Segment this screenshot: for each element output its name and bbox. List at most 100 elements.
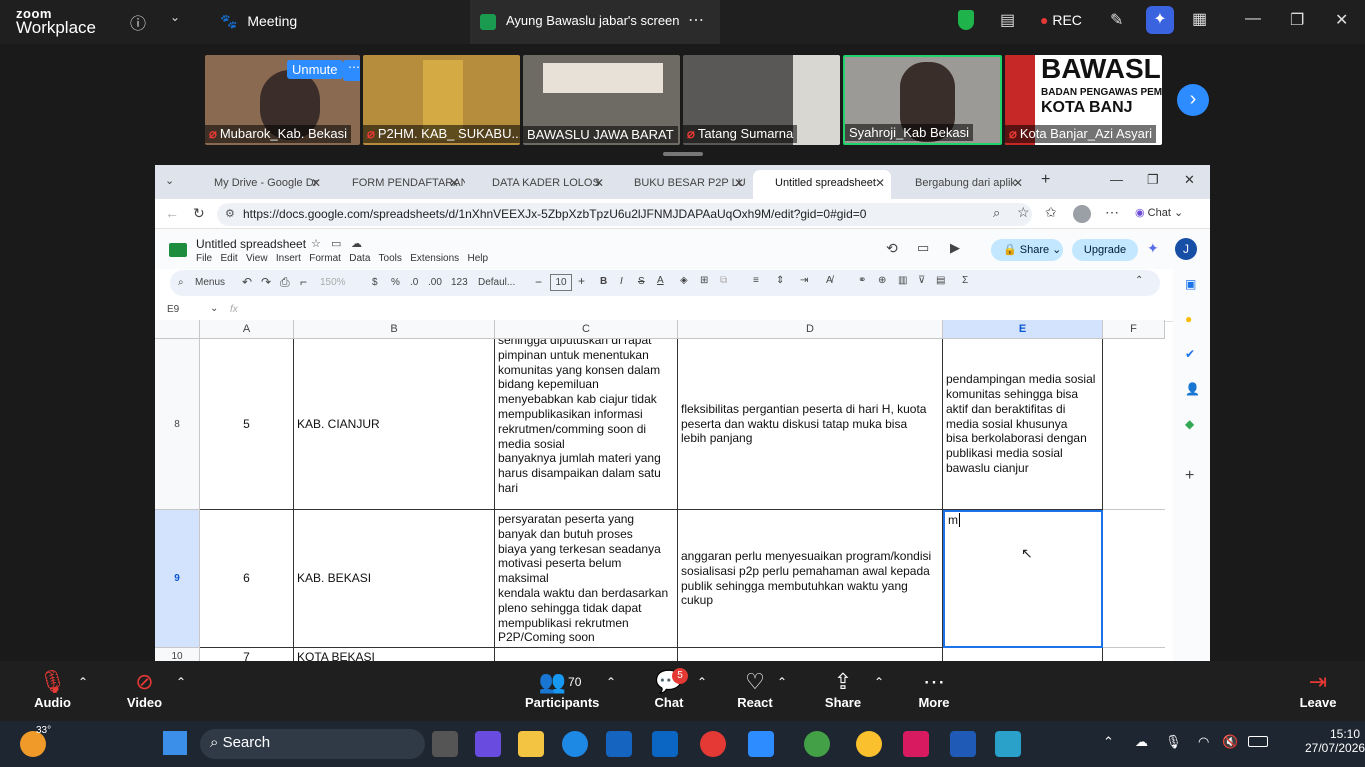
react-options-icon[interactable]: ⌃	[777, 675, 787, 689]
copilot-chat-button[interactable]: ◉ Chat ⌄	[1135, 206, 1183, 219]
audio-button[interactable]: 🎙 Audio	[30, 669, 75, 710]
ai-companion-icon[interactable]: ✦	[1146, 6, 1174, 34]
contacts-icon[interactable]: 👤	[1185, 382, 1200, 396]
strikethrough-icon[interactable]: S	[638, 276, 645, 287]
chevron-down-icon[interactable]: ⌄	[170, 10, 180, 24]
menu-edit[interactable]: Edit	[220, 253, 237, 264]
share-options-icon[interactable]: ⌃	[874, 675, 884, 689]
cell-a9[interactable]: 6	[200, 510, 294, 648]
close-tab-icon[interactable]: ✕	[875, 176, 885, 190]
participants-button[interactable]: 👥 70 Participants	[525, 669, 599, 710]
star-icon[interactable]: ☆	[311, 237, 321, 250]
bookmark-star-icon[interactable]: ☆	[1017, 204, 1030, 221]
collapse-toolbar-icon[interactable]: ⌃	[1135, 275, 1143, 286]
next-page-icon[interactable]: ›	[1177, 84, 1209, 116]
zoom-app-icon[interactable]	[748, 731, 774, 757]
column-header-e[interactable]: E	[943, 320, 1103, 339]
zoom-select[interactable]: 150%	[320, 277, 346, 288]
filter-views-icon[interactable]: ▤	[936, 275, 945, 286]
shared-screen-tab[interactable]: Ayung Bawaslu jabar's screen ⋯	[470, 0, 720, 44]
window-minimize-icon[interactable]: —	[1110, 172, 1123, 187]
wifi-icon[interactable]: ◠	[1198, 734, 1209, 750]
window-close-icon[interactable]: ✕	[1184, 172, 1195, 188]
unmute-button[interactable]: Unmute	[287, 60, 343, 79]
menu-data[interactable]: Data	[349, 253, 370, 264]
reload-icon[interactable]: ↻	[193, 205, 205, 222]
browser-menu-icon[interactable]: ⋯	[1105, 204, 1119, 221]
battery-icon[interactable]	[1248, 736, 1268, 747]
app-icon[interactable]	[903, 731, 929, 757]
show-hidden-icons-icon[interactable]: ⌃	[1103, 734, 1114, 750]
italic-icon[interactable]: I	[620, 276, 623, 287]
audio-options-icon[interactable]: ⌃	[78, 675, 88, 689]
word-icon[interactable]	[950, 731, 976, 757]
participants-options-icon[interactable]: ⌃	[606, 675, 616, 689]
video-options-icon[interactable]: ⌃	[176, 675, 186, 689]
move-folder-icon[interactable]: ▭	[331, 237, 341, 250]
info-icon[interactable]: ⓘ	[130, 10, 146, 34]
store-icon[interactable]	[606, 731, 632, 757]
account-avatar[interactable]: J	[1175, 238, 1197, 260]
calendar-icon[interactable]: ▣	[1185, 277, 1196, 291]
maps-icon[interactable]: ◆	[1185, 417, 1194, 431]
browser-tab[interactable]: BUKU BESAR P2P LU ✕	[612, 170, 750, 199]
cloud-status-icon[interactable]: ☁	[351, 237, 362, 250]
apps-icon[interactable]: ▦	[1192, 9, 1207, 29]
increase-decimal-button[interactable]: .00	[428, 277, 442, 288]
edge-icon[interactable]	[562, 731, 588, 757]
text-rotation-icon[interactable]: A̸	[826, 275, 833, 286]
font-select[interactable]: Defaul...	[478, 277, 515, 288]
insert-chart-icon[interactable]: ▥	[898, 275, 907, 286]
search-menus-icon[interactable]: ⌕	[178, 277, 184, 288]
cell-b10[interactable]: KOTA BEKASI	[294, 648, 495, 661]
functions-icon[interactable]: Σ	[962, 275, 968, 286]
close-tab-icon[interactable]: ✕	[594, 176, 604, 190]
browser-tab[interactable]: Bergabung dari aplik ✕	[893, 170, 1029, 199]
taskbar-clock[interactable]: 15:10 27/07/2026	[1305, 727, 1365, 755]
menu-view[interactable]: View	[246, 253, 268, 264]
insert-link-icon[interactable]: ⚭	[858, 275, 866, 286]
cell-f9[interactable]	[1103, 510, 1165, 648]
cell-d8[interactable]: fleksibilitas pergantian peserta di hari…	[678, 339, 943, 510]
version-history-icon[interactable]: ⟲	[886, 240, 898, 257]
menu-extensions[interactable]: Extensions	[410, 253, 459, 264]
menu-help[interactable]: Help	[468, 253, 489, 264]
tab-search-icon[interactable]: ⌄	[165, 174, 174, 187]
participant-tile[interactable]: Unmute ⋯ ⌀ Mubarok_Kab. Bekasi	[205, 55, 360, 145]
task-view-icon[interactable]	[432, 731, 458, 757]
borders-icon[interactable]: ⊞	[700, 275, 708, 286]
annotate-icon[interactable]: ✎	[1110, 10, 1123, 30]
sheets-logo-icon[interactable]	[169, 243, 187, 257]
cell-d10[interactable]	[678, 648, 943, 661]
leave-button[interactable]: ⇥ Leave	[1298, 669, 1338, 710]
network-icon[interactable]: ☁	[1135, 734, 1148, 750]
font-size-field[interactable]: 10	[550, 274, 572, 291]
close-tab-icon[interactable]: ✕	[734, 176, 744, 190]
meeting-button[interactable]: 🐾 Meeting	[220, 13, 297, 30]
upgrade-button[interactable]: Upgrade	[1072, 239, 1138, 261]
video-button[interactable]: ⊘ Video	[122, 669, 167, 710]
horizontal-align-icon[interactable]: ≡	[753, 275, 759, 286]
browser-tab[interactable]: My Drive - Google Dr ✕	[192, 170, 327, 199]
merge-cells-icon[interactable]: ⧉	[720, 275, 727, 286]
close-tab-icon[interactable]: ✕	[1013, 176, 1023, 190]
share-screen-button[interactable]: ⇪ Share	[823, 669, 863, 710]
participant-tile[interactable]: ⌀ Tatang Sumarna	[683, 55, 840, 145]
number-format-button[interactable]: 123	[451, 277, 468, 288]
undo-icon[interactable]: ↶	[242, 275, 252, 289]
font-size-plus-icon[interactable]: +	[578, 274, 585, 288]
chrome-profile-icon[interactable]	[856, 731, 882, 757]
close-icon[interactable]: ✕	[1335, 10, 1348, 30]
zoom-icon[interactable]: ⌕	[993, 205, 1000, 221]
recording-indicator[interactable]: ● REC	[1040, 12, 1082, 28]
participant-tile[interactable]: ⌀ P2HM. KAB_ SUKABU...	[363, 55, 520, 145]
cell-b8[interactable]: KAB. CIANJUR	[294, 339, 495, 510]
menu-tools[interactable]: Tools	[379, 253, 402, 264]
cell-f8[interactable]	[1103, 339, 1165, 510]
tasks-icon[interactable]: ✔	[1185, 347, 1195, 361]
fill-color-icon[interactable]: ◈	[680, 275, 688, 286]
profile-icon[interactable]	[1073, 205, 1091, 223]
taskbar-search-box[interactable]: ⌕ Search	[200, 729, 425, 759]
new-tab-icon[interactable]: +	[1041, 171, 1050, 189]
column-header-d[interactable]: D	[678, 320, 943, 339]
